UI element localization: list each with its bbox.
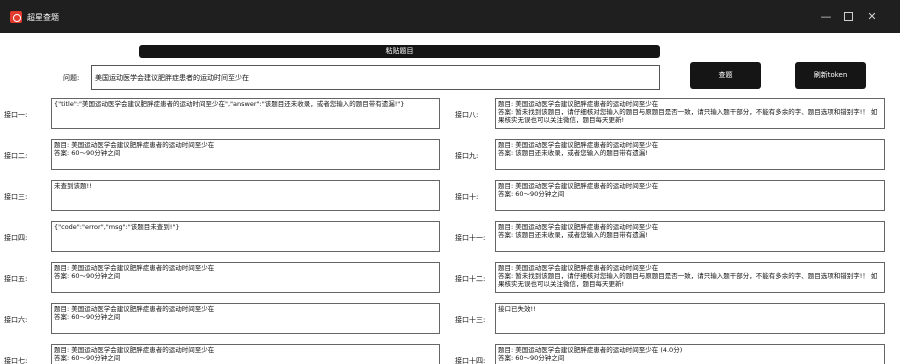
title-bar: 超星查题 — ✕ (0, 0, 900, 33)
refresh-token-button[interactable]: 刷新token (795, 62, 866, 89)
interface-label: 接口十二: (455, 274, 486, 283)
interface-result-box[interactable]: 题目: 美国运动医学会建议肥胖症患者的运动时间至少在 (4.0分) 答案: 60～… (495, 344, 885, 364)
interface-result-box[interactable]: 题目: 美国运动医学会建议肥胖症患者的运动时间至少在 答案: 该题目还未收录，或者… (495, 221, 885, 252)
question-label: 问题: (63, 74, 80, 82)
result-line: 题目: 美国运动医学会建议肥胖症患者的运动时间至少在 (498, 182, 659, 190)
result-line: 答案: 暂未找到该题目，请仔细核对您输入的题目与原题目是否一致，请只输入题干部分… (498, 108, 878, 124)
result-line: {"title":"美国运动医学会建议肥胖症患者的运动时间至少在","answe… (54, 100, 405, 108)
interface-label: 接口二: (4, 151, 28, 160)
interface-label: 接口八: (455, 110, 479, 119)
interface-result-box[interactable]: 题目: 美国运动医学会建议肥胖症患者的运动时间至少在 答案: 该题目还未收录，或者… (495, 139, 885, 170)
result-line: 答案: 60～90分钟之间 (54, 272, 121, 280)
interface-result-box[interactable]: 题目: 美国运动医学会建议肥胖症患者的运动时间至少在 答案: 60～90分钟之间 (51, 139, 440, 170)
result-line: 答案: 60～90分钟之间 (498, 190, 565, 198)
minimize-icon[interactable]: — (818, 9, 834, 25)
result-line: 题目: 美国运动医学会建议肥胖症患者的运动时间至少在 (54, 264, 215, 272)
interface-label: 接口一: (4, 110, 28, 119)
interface-label: 接口十三: (455, 315, 486, 324)
interface-result-box[interactable]: 题目: 美国运动医学会建议肥胖症患者的运动时间至少在 答案: 60～90分钟之间 (495, 180, 885, 211)
interface-label: 接口三: (4, 192, 28, 201)
interface-result-box[interactable]: 题目: 美国运动医学会建议肥胖症患者的运动时间至少在 答案: 60～90分钟之间 (51, 303, 440, 334)
result-line: 答案: 该题目还未收录，或者您输入的题目带有遗漏! (498, 231, 648, 239)
result-line: 答案: 60～90分钟之间 (54, 313, 121, 321)
interface-label: 接口六: (4, 315, 28, 324)
result-line: 答案: 该题目还未收录，或者您输入的题目带有遗漏! (498, 149, 648, 157)
app-logo-icon (10, 11, 22, 23)
query-button[interactable]: 查题 (690, 62, 761, 89)
paste-question-bar[interactable]: 粘贴题目 (139, 45, 660, 58)
interface-label: 接口七: (4, 356, 28, 364)
result-line: 答案: 60～90分钟之间 (54, 149, 121, 157)
close-icon[interactable]: ✕ (864, 9, 880, 25)
result-line: 题目: 美国运动医学会建议肥胖症患者的运动时间至少在 (4.0分) (498, 346, 683, 354)
interface-label: 接口五: (4, 274, 28, 283)
result-line: 题目: 美国运动医学会建议肥胖症患者的运动时间至少在 (54, 305, 215, 313)
result-line: 答案: 60～90分钟之间 (498, 354, 565, 362)
interface-label: 接口九: (455, 151, 479, 160)
result-line: 答案: 60～90分钟之间 (54, 354, 121, 362)
interface-label: 接口四: (4, 233, 28, 242)
interface-result-box[interactable]: {"title":"美国运动医学会建议肥胖症患者的运动时间至少在","answe… (51, 98, 440, 129)
interface-result-box[interactable]: 题目: 美国运动医学会建议肥胖症患者的运动时间至少在 答案: 60～90分钟之间 (51, 344, 440, 364)
maximize-icon[interactable] (840, 9, 856, 25)
result-line: 题目: 美国运动医学会建议肥胖症患者的运动时间至少在 (498, 100, 659, 108)
result-line: {"code":"error","msg":"该题目未查到!"} (54, 223, 180, 231)
interface-result-box[interactable]: 接口已失效!! (495, 303, 885, 334)
result-line: 题目: 美国运动医学会建议肥胖症患者的运动时间至少在 (498, 141, 659, 149)
result-line: 题目: 美国运动医学会建议肥胖症患者的运动时间至少在 (54, 346, 215, 354)
interface-result-box[interactable]: {"code":"error","msg":"该题目未查到!"} (51, 221, 440, 252)
result-line: 答案: 暂未找到该题目，请仔细核对您输入的题目与原题目是否一致，请只输入题干部分… (498, 272, 878, 288)
result-line: 题目: 美国运动医学会建议肥胖症患者的运动时间至少在 (498, 223, 659, 231)
result-line: 题目: 美国运动医学会建议肥胖症患者的运动时间至少在 (498, 264, 659, 272)
question-input[interactable]: 美国运动医学会建议肥胖症患者的运动时间至少在 (91, 65, 660, 90)
interface-result-box[interactable]: 题目: 美国运动医学会建议肥胖症患者的运动时间至少在 答案: 暂未找到该题目，请仔… (495, 98, 885, 129)
interface-label: 接口十: (455, 192, 479, 201)
window-title: 超星查题 (27, 13, 59, 22)
interface-result-box[interactable]: 题目: 美国运动医学会建议肥胖症患者的运动时间至少在 答案: 暂未找到该题目，请仔… (495, 262, 885, 293)
result-line: 接口已失效!! (498, 305, 536, 313)
interface-result-box[interactable]: 题目: 美国运动医学会建议肥胖症患者的运动时间至少在 答案: 60～90分钟之间 (51, 262, 440, 293)
result-line: 未查到该题!! (54, 182, 92, 190)
result-line: 题目: 美国运动医学会建议肥胖症患者的运动时间至少在 (54, 141, 215, 149)
interface-label: 接口十四: (455, 356, 486, 364)
interface-label: 接口十一: (455, 233, 486, 242)
interface-result-box[interactable]: 未查到该题!! (51, 180, 440, 211)
